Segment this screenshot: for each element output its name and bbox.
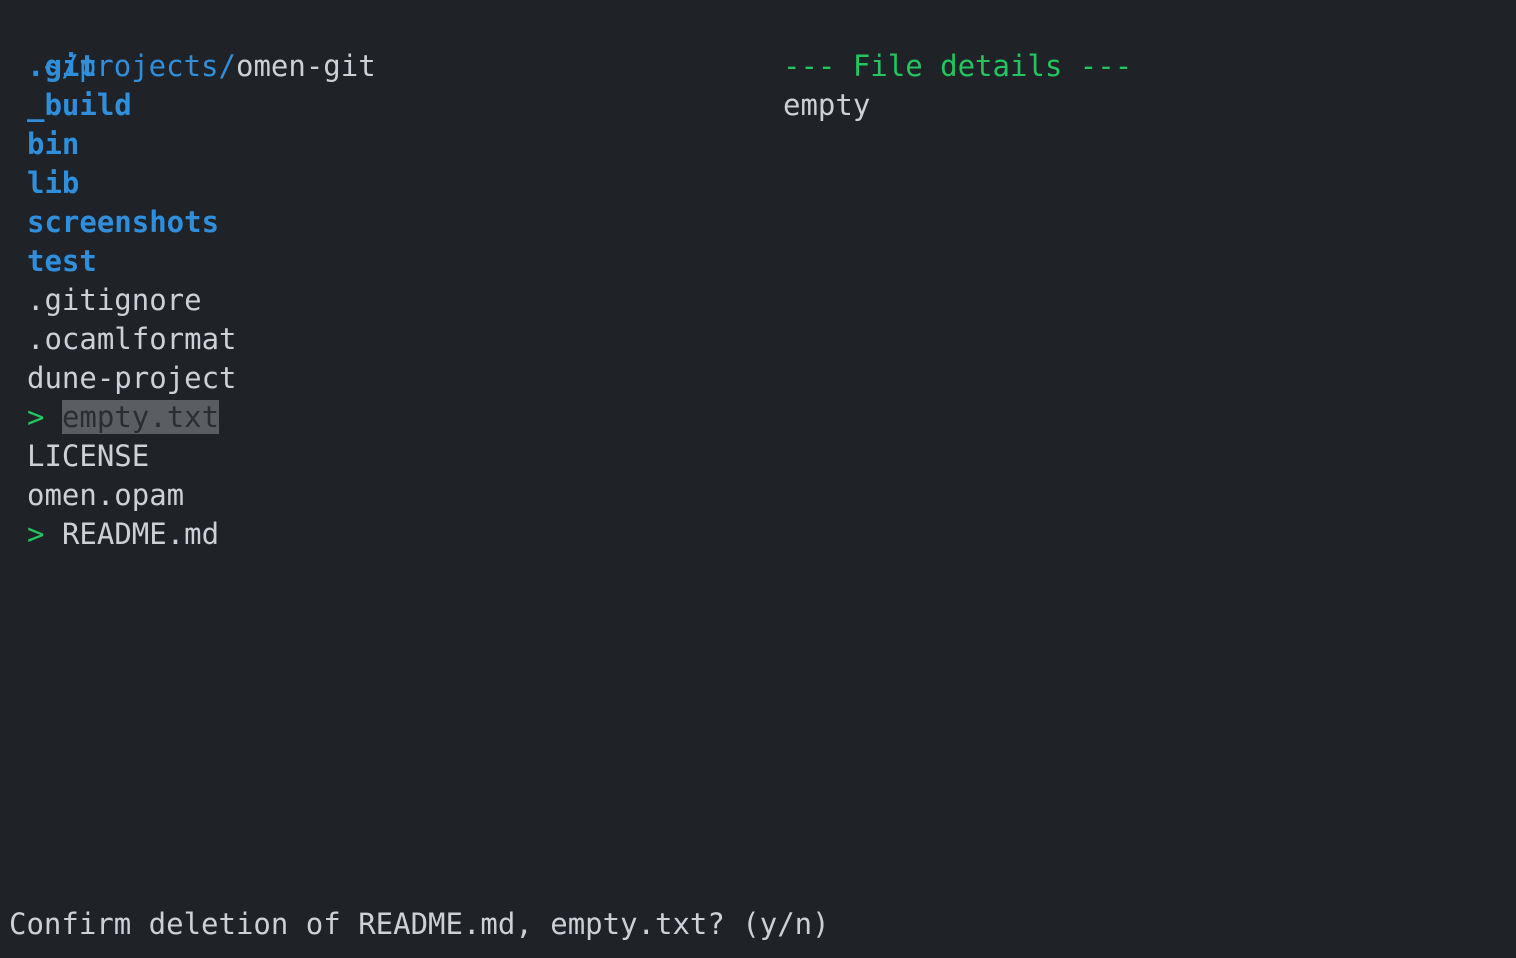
list-item-screenshots-dir[interactable]: screenshots — [27, 203, 237, 242]
path-current: omen-git — [235, 49, 376, 83]
file-details-header: --- File details --- — [783, 49, 1133, 83]
list-item-lib-dir[interactable]: lib — [27, 164, 237, 203]
list-item-ocamlformat[interactable]: .ocamlformat — [27, 320, 237, 359]
list-item-empty-txt[interactable]: > empty.txt — [27, 398, 237, 437]
list-item-gitignore[interactable]: .gitignore — [27, 281, 237, 320]
entry-name: test — [27, 244, 97, 278]
file-details-content: empty — [783, 88, 871, 122]
entry-name: screenshots — [27, 205, 220, 239]
entry-name: lib — [27, 166, 80, 200]
entry-name: .gitignore — [27, 283, 202, 317]
cursor-highlight: empty.txt — [61, 400, 220, 434]
entry-name: _build — [27, 88, 132, 122]
entry-name: README.md — [61, 517, 220, 551]
list-item-bin-dir[interactable]: bin — [27, 125, 237, 164]
list-item-build-dir[interactable]: _build — [27, 86, 237, 125]
entry-name: dune-project — [27, 361, 237, 395]
list-item-test-dir[interactable]: test — [27, 242, 237, 281]
entry-name: omen.opam — [27, 478, 185, 512]
list-item-readme[interactable]: > README.md — [27, 515, 237, 554]
selection-marker: > — [27, 400, 45, 434]
entry-name: .ocamlformat — [27, 322, 237, 356]
file-details-panel: --- File details --- empty — [783, 47, 1132, 125]
confirm-deletion-prompt[interactable]: Confirm deletion of README.md, empty.txt… — [9, 905, 830, 944]
list-item-git-dir[interactable]: .git — [27, 47, 237, 86]
file-list: .git _build bin lib screenshots test .gi… — [27, 47, 237, 554]
list-item-license[interactable]: LICENSE — [27, 437, 237, 476]
current-path: ~/projects/omen-git — [9, 8, 376, 83]
list-item-dune-project[interactable]: dune-project — [27, 359, 237, 398]
entry-name: bin — [27, 127, 80, 161]
selection-marker: > — [27, 517, 45, 551]
entry-name: .git — [27, 49, 97, 83]
entry-name: LICENSE — [27, 439, 150, 473]
list-item-omen-opam[interactable]: omen.opam — [27, 476, 237, 515]
